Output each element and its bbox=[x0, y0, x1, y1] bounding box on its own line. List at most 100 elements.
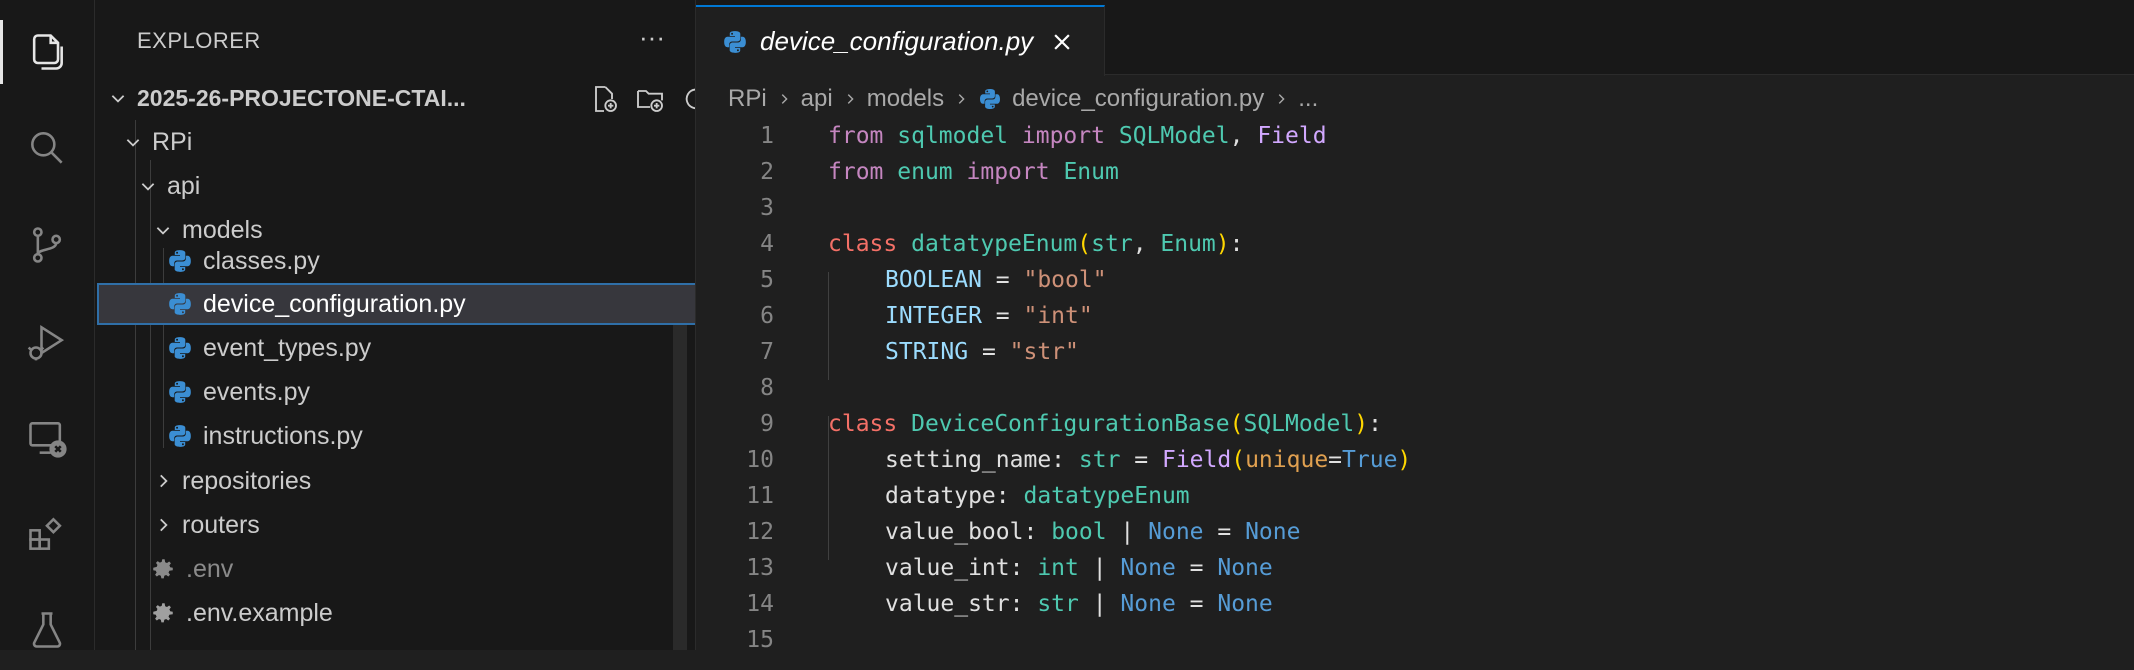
line-number: 7 bbox=[760, 339, 774, 365]
tree-folder-routers[interactable]: routers bbox=[95, 504, 695, 546]
tree-file-event-types[interactable]: event_types.py bbox=[95, 327, 695, 369]
tree-item-label: RPi bbox=[152, 127, 193, 156]
python-file-icon bbox=[169, 293, 191, 315]
code-line: 8 bbox=[696, 370, 2134, 406]
sidebar-scrollbar[interactable] bbox=[673, 325, 687, 650]
chevron-right-icon bbox=[152, 516, 174, 534]
chevron-right-icon bbox=[958, 94, 965, 104]
remote-explorer-icon[interactable] bbox=[0, 398, 94, 478]
close-icon[interactable] bbox=[1051, 31, 1073, 53]
breadcrumb-item[interactable]: ... bbox=[1298, 85, 1318, 113]
python-file-icon bbox=[169, 425, 191, 447]
chevron-right-icon bbox=[847, 94, 854, 104]
editor-area: device_configuration.py RPi api models d… bbox=[696, 0, 2134, 653]
tree-item-label: api bbox=[167, 171, 201, 200]
chevron-right-icon bbox=[152, 472, 174, 490]
breadcrumb-item[interactable]: device_configuration.py bbox=[1012, 85, 1264, 113]
python-file-icon bbox=[980, 89, 1001, 109]
line-number: 13 bbox=[746, 555, 774, 581]
code-line: 13 value_int: int | None = None bbox=[696, 550, 2134, 586]
code-line: 10 setting_name: str = Field(unique=True… bbox=[696, 442, 2134, 478]
code-text: from sqlmodel import SQLModel, Field bbox=[828, 123, 1327, 149]
line-number: 5 bbox=[760, 267, 774, 293]
code-text: class DeviceConfigurationBase(SQLModel): bbox=[828, 411, 1382, 437]
gear-icon bbox=[153, 603, 173, 623]
breadcrumb-item[interactable]: api bbox=[801, 85, 833, 113]
tree-folder-repositories[interactable]: repositories bbox=[95, 460, 695, 502]
code-line: 12 value_bool: bool | None = None bbox=[696, 514, 2134, 550]
source-control-icon[interactable] bbox=[0, 205, 94, 285]
tree-item-label: device_configuration.py bbox=[203, 289, 466, 318]
code-line: 5 BOOLEAN = "bool" bbox=[696, 262, 2134, 298]
tree-item-label: instructions.py bbox=[203, 421, 363, 450]
tree-file-env[interactable]: .env bbox=[95, 548, 695, 590]
line-number: 14 bbox=[746, 591, 774, 617]
code-text: datatype: datatypeEnum bbox=[885, 483, 1190, 509]
line-number: 6 bbox=[760, 303, 774, 329]
code-text: from enum import Enum bbox=[828, 159, 1119, 185]
chevron-down-icon bbox=[107, 89, 129, 107]
new-file-icon[interactable] bbox=[588, 83, 620, 115]
explorer-icon[interactable] bbox=[0, 12, 94, 92]
code-text: value_int: int | None = None bbox=[885, 555, 1273, 581]
code-line: 3 bbox=[696, 190, 2134, 226]
code-line: 2 from enum import Enum bbox=[696, 154, 2134, 190]
line-number: 15 bbox=[746, 627, 774, 653]
explorer-title: EXPLORER bbox=[137, 28, 261, 53]
tab-label: device_configuration.py bbox=[760, 26, 1034, 56]
code-text: setting_name: str = Field(unique=True) bbox=[885, 447, 1412, 473]
tree-file-device-configuration[interactable]: device_configuration.py bbox=[97, 283, 695, 325]
code-text: value_str: str | None = None bbox=[885, 591, 1273, 617]
explorer-toolbar bbox=[588, 83, 696, 115]
line-number: 8 bbox=[760, 375, 774, 401]
tree-file-env-example[interactable]: .env.example bbox=[95, 592, 695, 634]
tab-device-configuration[interactable]: device_configuration.py bbox=[696, 5, 1105, 76]
extensions-icon[interactable] bbox=[0, 494, 94, 574]
tree-item-label: events.py bbox=[203, 377, 311, 406]
tree-item-label: classes.py bbox=[203, 246, 320, 275]
new-folder-icon[interactable] bbox=[634, 83, 666, 115]
tree-file-instructions[interactable]: instructions.py bbox=[95, 415, 695, 457]
chevron-down-icon bbox=[122, 133, 144, 151]
code-line: 9 class DeviceConfigurationBase(SQLModel… bbox=[696, 406, 2134, 442]
tree-folder-rpi[interactable]: RPi bbox=[95, 121, 695, 163]
code-text: class datatypeEnum(str, Enum): bbox=[828, 231, 1244, 257]
line-number: 11 bbox=[746, 483, 774, 509]
more-actions-icon[interactable]: ··· bbox=[639, 22, 665, 53]
line-number: 10 bbox=[746, 447, 774, 473]
line-number: 4 bbox=[760, 231, 774, 257]
chevron-right-icon bbox=[781, 94, 788, 104]
tree-item-label: repositories bbox=[182, 466, 312, 495]
code-text: INTEGER = "int" bbox=[885, 303, 1093, 329]
code-text: STRING = "str" bbox=[885, 339, 1079, 365]
testing-icon[interactable] bbox=[0, 590, 94, 670]
code-line: 7 STRING = "str" bbox=[696, 334, 2134, 370]
search-icon[interactable] bbox=[0, 108, 94, 188]
python-file-icon bbox=[724, 30, 746, 53]
line-number: 12 bbox=[746, 519, 774, 545]
code-line: 1 from sqlmodel import SQLModel, Field bbox=[696, 118, 2134, 154]
python-file-icon bbox=[169, 337, 191, 359]
breadcrumb-item[interactable]: RPi bbox=[728, 85, 767, 113]
code-line: 14 value_str: str | None = None bbox=[696, 586, 2134, 622]
line-number: 2 bbox=[760, 159, 774, 185]
activity-bar bbox=[0, 0, 95, 650]
refresh-icon[interactable] bbox=[680, 83, 696, 115]
tree-item-label: .env.example bbox=[186, 598, 333, 627]
line-number: 9 bbox=[760, 411, 774, 437]
breadcrumb: RPi api models device_configuration.py .… bbox=[728, 80, 1318, 118]
breadcrumb-item[interactable]: models bbox=[867, 85, 944, 113]
line-number: 1 bbox=[760, 123, 774, 149]
gear-icon bbox=[153, 559, 173, 579]
tab-bar: device_configuration.py bbox=[696, 0, 2134, 76]
code-line: 15 bbox=[696, 622, 2134, 658]
tree-file-classes[interactable]: classes.py bbox=[95, 240, 695, 282]
tree-folder-api[interactable]: api bbox=[95, 165, 695, 207]
tree-file-events[interactable]: events.py bbox=[95, 371, 695, 413]
tree-item-label: .env bbox=[186, 554, 234, 583]
code-line: 11 datatype: datatypeEnum bbox=[696, 478, 2134, 514]
explorer-sidebar: EXPLORER ··· 2025-26-PROJECTONE-CTAI... … bbox=[95, 0, 696, 650]
code-line: 4 class datatypeEnum(str, Enum): bbox=[696, 226, 2134, 262]
tree-item-label: routers bbox=[182, 510, 260, 539]
run-debug-icon[interactable] bbox=[0, 302, 94, 382]
